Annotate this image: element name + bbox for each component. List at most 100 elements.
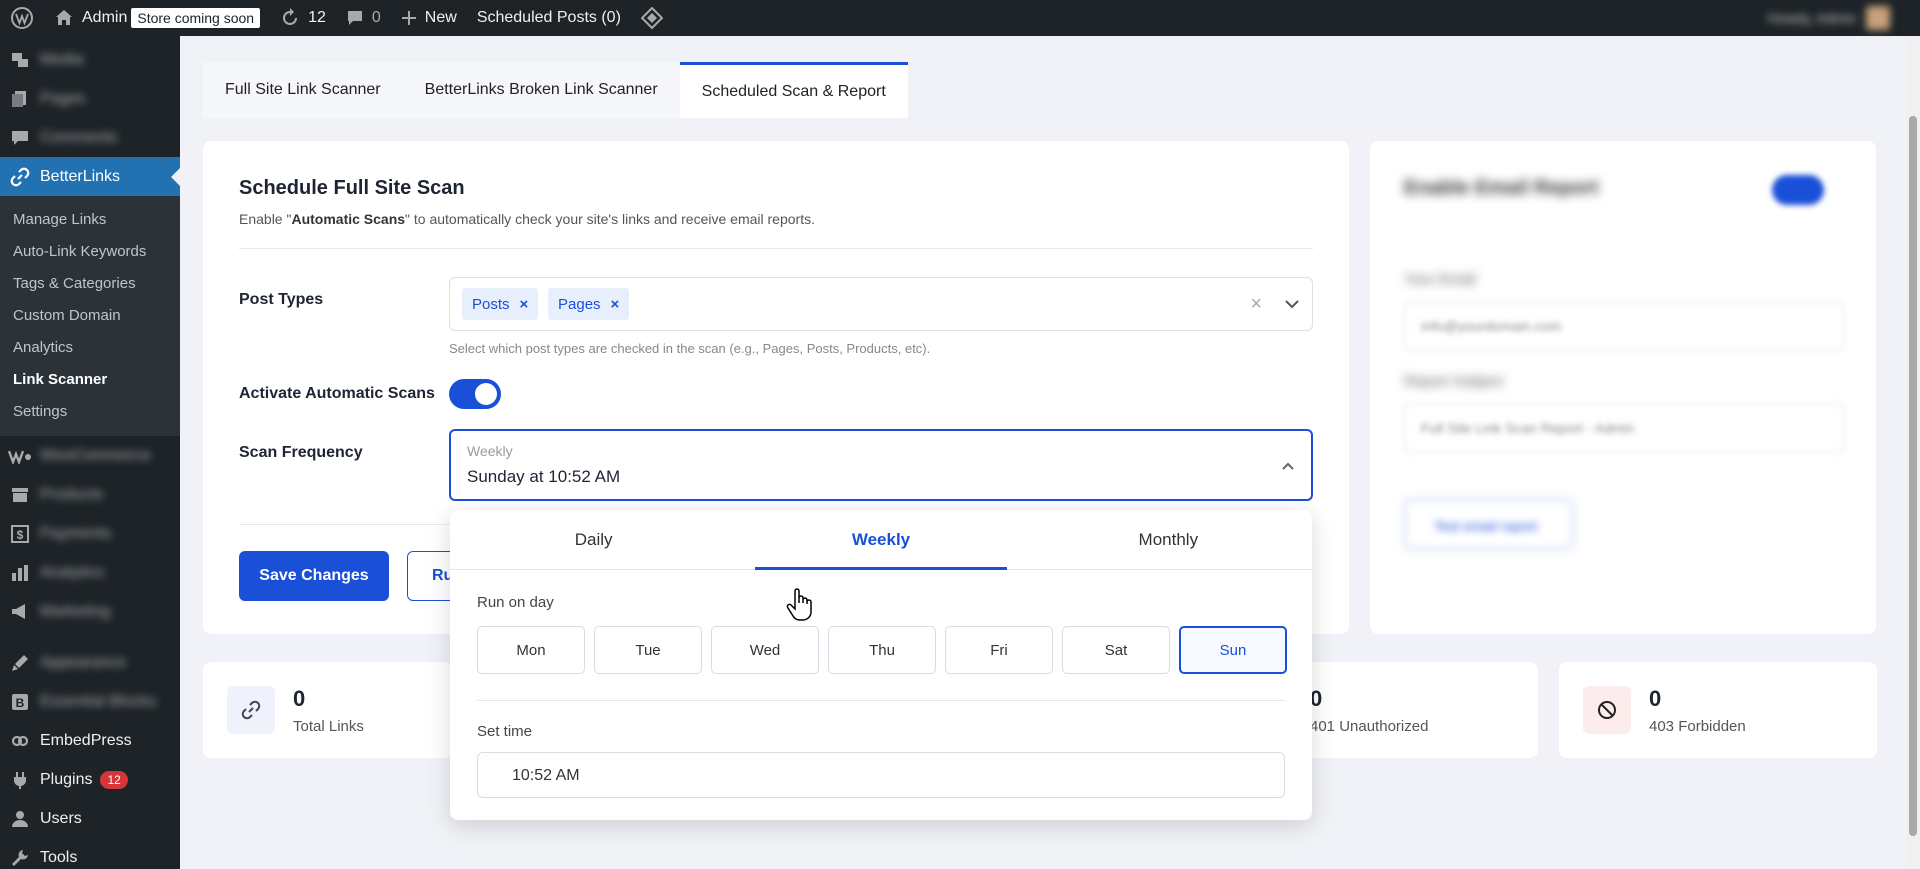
sidebar-item-users[interactable]: Users	[0, 799, 180, 838]
dollar-icon: $	[8, 522, 32, 546]
sidebar-item-label: Marketing	[40, 602, 111, 620]
email-report-toggle[interactable]	[1772, 175, 1824, 205]
updates-count: 12	[308, 9, 326, 26]
sidebar-item-marketing[interactable]: Marketing	[0, 592, 180, 631]
link-icon	[8, 165, 32, 189]
submenu-settings[interactable]: Settings	[0, 396, 180, 428]
site-home-link[interactable]: Admin Store coming soon	[44, 0, 270, 36]
sidebar-item-analytics[interactable]: Analytics	[0, 553, 180, 592]
stat-label: 403 Forbidden	[1649, 718, 1746, 735]
day-tue[interactable]: Tue	[594, 626, 702, 674]
scan-frequency-select[interactable]: Weekly Sunday at 10:52 AM	[449, 429, 1313, 501]
diamond-icon	[640, 7, 663, 29]
stat-number: 0	[293, 686, 306, 711]
scheduled-posts-link[interactable]: Scheduled Posts (0)	[467, 0, 631, 36]
sidebar-item-label: Tools	[40, 848, 78, 866]
email-report-title: Enable Email Report	[1404, 177, 1599, 199]
sidebar-item-plugins[interactable]: Plugins 12	[0, 760, 180, 799]
time-input[interactable]: 10:52 AM	[477, 752, 1285, 798]
test-email-button[interactable]: Test email report	[1404, 498, 1574, 550]
submenu-custom-domain[interactable]: Custom Domain	[0, 300, 180, 332]
freq-tab-daily[interactable]: Daily	[450, 510, 737, 569]
sidebar-item-appearance[interactable]: Appearance	[0, 643, 180, 682]
scanner-tabs: Full Site Link Scanner BetterLinks Broke…	[203, 62, 908, 118]
new-content-link[interactable]: New	[391, 0, 467, 36]
subject-label: Report Subject	[1404, 373, 1504, 390]
sidebar-item-tools[interactable]: Tools	[0, 838, 180, 869]
day-fri[interactable]: Fri	[945, 626, 1053, 674]
day-sat[interactable]: Sat	[1062, 626, 1170, 674]
blocks-icon: B	[8, 690, 32, 714]
chevron-down-icon[interactable]	[1284, 296, 1300, 312]
sidebar-item-woocommerce[interactable]: WooCommerce	[0, 436, 180, 475]
scrollbar-thumb[interactable]	[1909, 116, 1917, 836]
email-label: Your Email	[1404, 271, 1476, 288]
svg-text:$: $	[17, 528, 24, 542]
comments-link[interactable]: 0	[336, 0, 391, 36]
auto-scans-label: Activate Automatic Scans	[239, 385, 435, 402]
day-sun[interactable]: Sun	[1179, 626, 1287, 674]
sidebar-item-embedpress[interactable]: EmbedPress	[0, 721, 180, 760]
submenu-manage-links[interactable]: Manage Links	[0, 204, 180, 236]
post-types-label: Post Types	[239, 291, 324, 308]
sidebar-item-pages[interactable]: Pages	[0, 79, 180, 118]
sidebar-item-label: Analytics	[40, 563, 105, 581]
scan-frequency-label: Scan Frequency	[239, 444, 363, 461]
sidebar-item-label: Users	[40, 809, 82, 827]
submenu-tags-categories[interactable]: Tags & Categories	[0, 268, 180, 300]
day-thu[interactable]: Thu	[828, 626, 936, 674]
admin-bar: Admin Store coming soon 12 0 New Schedul…	[0, 0, 1920, 36]
updates-link[interactable]: 12	[270, 0, 336, 36]
day-picker: Mon Tue Wed Thu Fri Sat Sun	[477, 626, 1287, 674]
sidebar-item-essential-blocks[interactable]: B Essential Blocks	[0, 682, 180, 721]
freq-tab-weekly[interactable]: Weekly	[737, 510, 1024, 570]
day-wed[interactable]: Wed	[711, 626, 819, 674]
submenu-analytics[interactable]: Analytics	[0, 332, 180, 364]
tab-full-site-link-scanner[interactable]: Full Site Link Scanner	[203, 62, 403, 118]
sidebar-item-betterlinks[interactable]: BetterLinks	[0, 157, 180, 196]
stat-label: Total Links	[293, 718, 364, 735]
chevron-up-icon[interactable]	[1281, 459, 1295, 473]
sidebar-item-payments[interactable]: $ Payments	[0, 514, 180, 553]
diamond-menu[interactable]	[631, 0, 673, 36]
email-report-card: Enable Email Report Your Email info@your…	[1370, 141, 1876, 634]
card-title: Schedule Full Site Scan	[239, 177, 465, 199]
wordpress-logo-icon[interactable]	[0, 0, 44, 36]
submenu-auto-link-keywords[interactable]: Auto-Link Keywords	[0, 236, 180, 268]
save-changes-button[interactable]: Save Changes	[239, 551, 389, 601]
chip-posts: Posts ×	[462, 288, 539, 320]
sidebar-item-media[interactable]: Media	[0, 40, 180, 79]
post-types-select[interactable]: Posts × Pages × ×	[449, 277, 1313, 331]
sidebar-item-label: Appearance	[40, 653, 127, 671]
divider	[477, 700, 1285, 701]
subject-input[interactable]: Full Site Link Scan Report - Admin	[1404, 403, 1844, 453]
account-menu[interactable]: Howdy, Admin	[1768, 6, 1920, 30]
chip-pages: Pages ×	[548, 288, 630, 320]
sidebar-item-comments[interactable]: Comments	[0, 118, 180, 157]
sidebar-item-label: Media	[40, 50, 84, 68]
betterlinks-submenu: Manage Links Auto-Link Keywords Tags & C…	[0, 196, 180, 436]
remove-chip-icon[interactable]: ×	[611, 296, 620, 313]
tab-betterlinks-broken-link-scanner[interactable]: BetterLinks Broken Link Scanner	[402, 62, 680, 118]
media-icon	[8, 48, 32, 72]
frequency-tabs: Daily Weekly Monthly	[450, 510, 1312, 570]
hand-cursor-icon	[786, 588, 812, 621]
automatic-scans-bold: Automatic Scans	[291, 211, 406, 227]
sidebar-item-label: Plugins	[40, 770, 93, 788]
day-mon[interactable]: Mon	[477, 626, 585, 674]
link-icon	[227, 686, 275, 734]
user-icon	[8, 807, 32, 831]
sidebar-item-label: EmbedPress	[40, 731, 132, 749]
page-scrollbar[interactable]	[1906, 36, 1920, 869]
sidebar-item-products[interactable]: Products	[0, 475, 180, 514]
remove-chip-icon[interactable]: ×	[520, 296, 529, 313]
clear-icon[interactable]: ×	[1250, 293, 1262, 316]
megaphone-icon	[8, 600, 32, 624]
email-input[interactable]: info@yourdomain.com	[1404, 301, 1844, 351]
comment-icon	[347, 11, 362, 25]
auto-scans-toggle[interactable]	[449, 379, 501, 409]
freq-tab-monthly[interactable]: Monthly	[1025, 510, 1312, 569]
submenu-link-scanner[interactable]: Link Scanner	[0, 364, 180, 396]
refresh-icon	[283, 8, 298, 25]
tab-scheduled-scan-report[interactable]: Scheduled Scan & Report	[679, 62, 908, 118]
